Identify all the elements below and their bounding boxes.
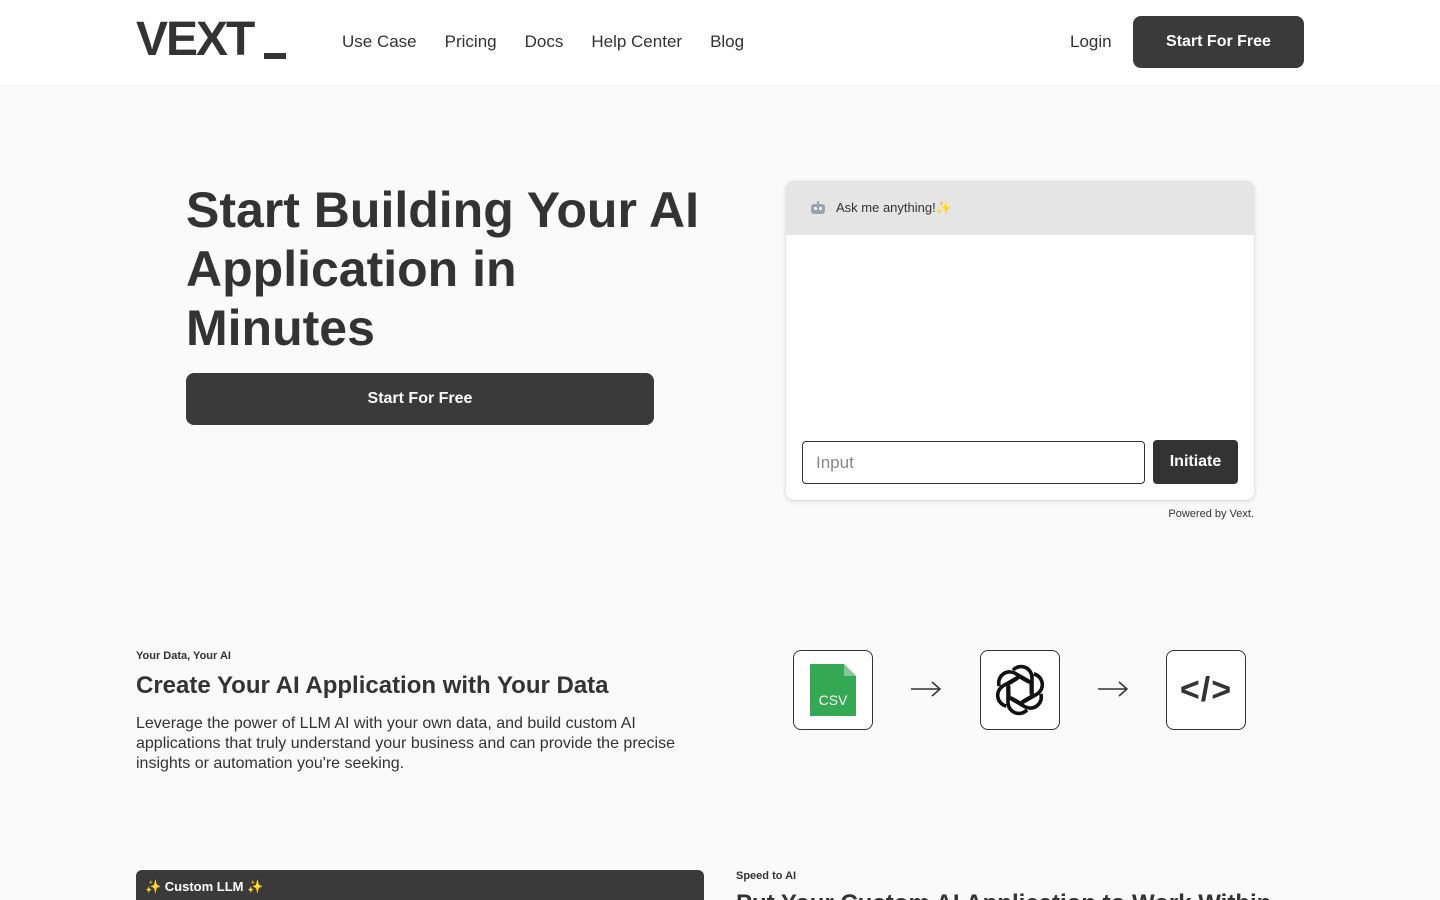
header-start-free-button[interactable]: Start For Free xyxy=(1133,16,1304,68)
code-icon: </> xyxy=(1179,670,1233,709)
chat-messages-area xyxy=(786,235,1254,431)
main-nav: Use Case Pricing Docs Help Center Blog xyxy=(342,30,744,54)
nav-use-case[interactable]: Use Case xyxy=(342,30,417,54)
login-link[interactable]: Login xyxy=(1070,30,1112,54)
initiate-button[interactable]: Initiate xyxy=(1153,440,1238,484)
hero-start-free-button[interactable]: Start For Free xyxy=(186,373,654,425)
logo-underscore xyxy=(264,53,286,59)
speed-section-title: Put Your Custom AI Application to Work W… xyxy=(736,889,1296,900)
csv-tile: CSV xyxy=(793,650,873,730)
code-tile: </> xyxy=(1166,650,1246,730)
csv-label: CSV xyxy=(818,692,848,708)
speed-section-eyebrow: Speed to AI xyxy=(736,870,797,882)
powered-by-text: Powered by Vext. xyxy=(1168,508,1254,520)
chat-input[interactable] xyxy=(802,441,1145,484)
nav-docs[interactable]: Docs xyxy=(525,30,564,54)
vext-logo[interactable]: VEXT xyxy=(136,13,286,66)
hero-title: Start Building Your AI Application in Mi… xyxy=(186,182,699,356)
custom-llm-label: ✨ Custom LLM ✨ xyxy=(145,879,264,894)
logo-text: VEXT xyxy=(136,13,255,66)
arrow-right-icon xyxy=(1098,681,1129,697)
nav-pricing[interactable]: Pricing xyxy=(445,30,497,54)
chat-header-text: Ask me anything!✨ xyxy=(836,200,952,215)
custom-llm-card: ✨ Custom LLM ✨ xyxy=(136,870,704,900)
openai-tile xyxy=(980,650,1060,730)
data-section-eyebrow: Your Data, Your AI xyxy=(136,650,231,662)
site-header: VEXT Use Case Pricing Docs Help Center B… xyxy=(0,0,1440,84)
robot-icon xyxy=(810,201,826,215)
nav-blog[interactable]: Blog xyxy=(710,30,744,54)
data-section-title: Create Your AI Application with Your Dat… xyxy=(136,672,609,699)
csv-file-icon: CSV xyxy=(810,664,856,716)
chat-widget: Ask me anything!✨ Initiate xyxy=(786,181,1254,500)
arrow-right-icon xyxy=(911,681,942,697)
data-section-description: Leverage the power of LLM AI with your o… xyxy=(136,715,675,772)
chat-header: Ask me anything!✨ xyxy=(786,181,1254,235)
openai-logo-icon xyxy=(995,664,1045,716)
nav-help-center[interactable]: Help Center xyxy=(591,30,682,54)
